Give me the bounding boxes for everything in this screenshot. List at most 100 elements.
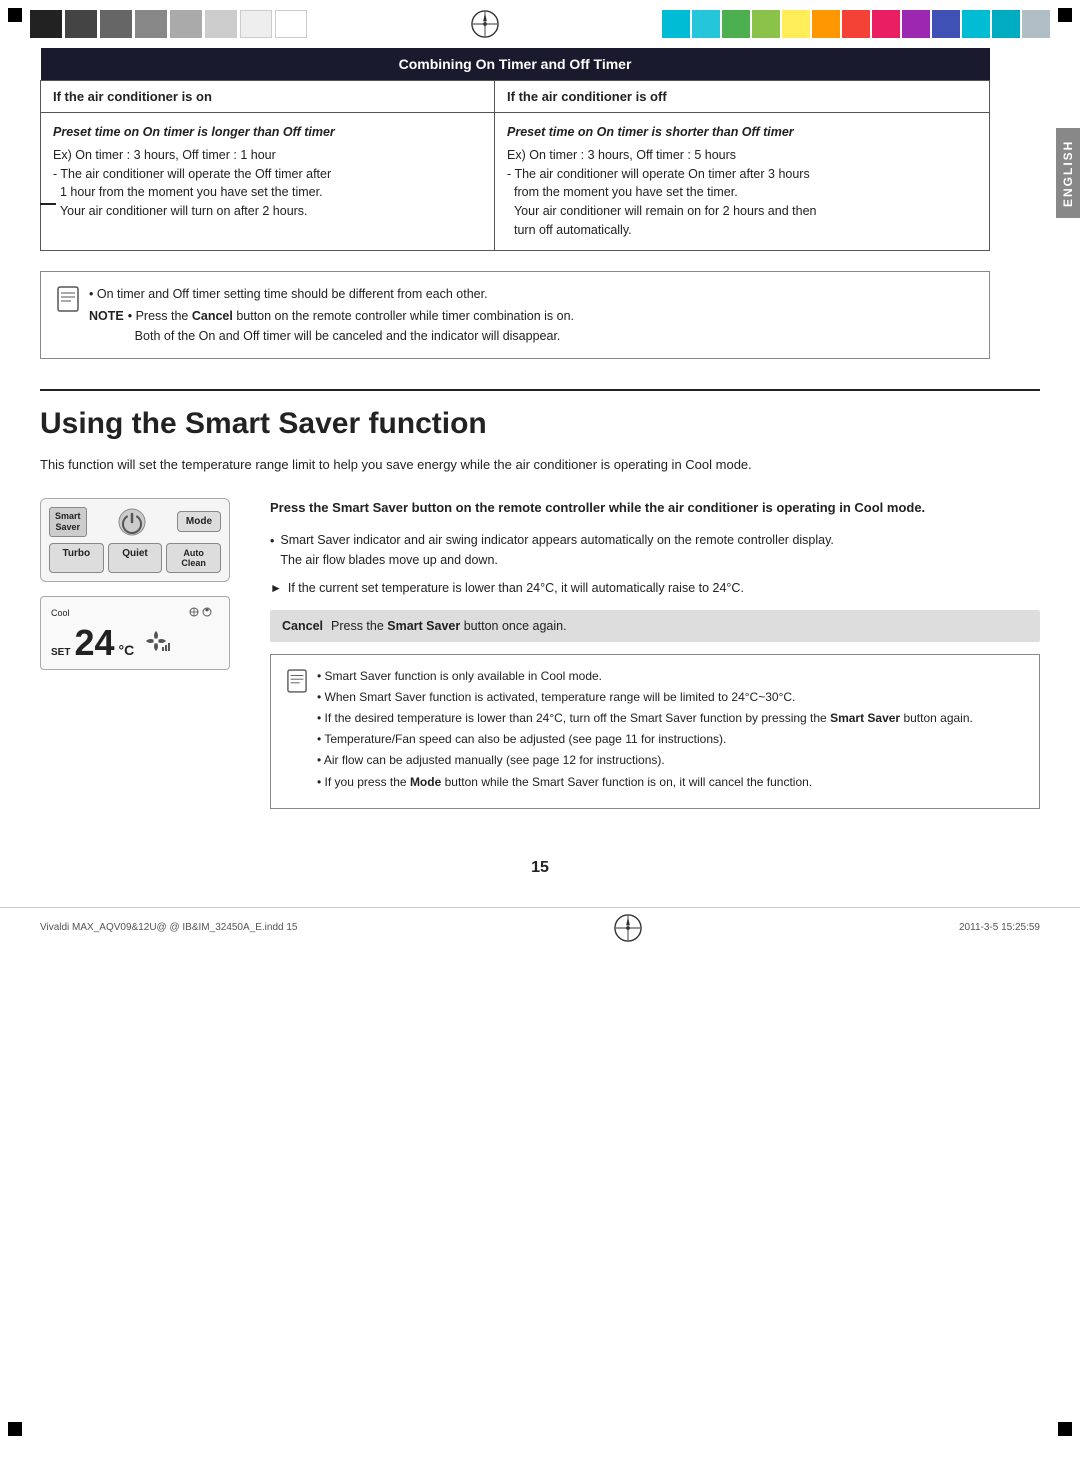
compass-icon <box>471 10 499 38</box>
timer-subheader-row: If the air conditioner is on If the air … <box>41 81 990 113</box>
bullet-sym-1: • <box>270 531 274 551</box>
color-block <box>100 10 132 38</box>
display-top-row: Cool <box>51 605 219 621</box>
timer-table: Combining On Timer and Off Timer If the … <box>40 48 990 251</box>
corner-mark-br <box>1058 1422 1072 1436</box>
note-bullet-1: • On timer and Off timer setting time sh… <box>89 284 574 304</box>
color-blocks-right <box>662 10 1050 38</box>
cancel-row: Cancel Press the Smart Saver button once… <box>270 610 1040 642</box>
color-block <box>275 10 307 38</box>
set-label: SET <box>51 647 70 658</box>
color-block-right <box>752 10 780 38</box>
corner-mark-tr <box>1058 8 1072 22</box>
note2-content-wrapper: Smart Saver function is only available i… <box>317 667 973 796</box>
remote-illustrations: SmartSaver Mode Turbo Quiet AutoClean <box>40 498 240 670</box>
note2-document-icon <box>287 669 307 699</box>
corner-mark-bl <box>8 1422 22 1436</box>
col2-text: - The air conditioner will operate On ti… <box>507 167 816 237</box>
remote-top-row: SmartSaver Mode <box>49 507 221 537</box>
note2-content: Smart Saver function is only available i… <box>317 667 973 792</box>
mode-btn: Mode <box>177 511 221 532</box>
display-unit: °C <box>119 642 135 658</box>
color-block-right <box>992 10 1020 38</box>
cancel-text: Press the Smart Saver button once again. <box>331 616 567 636</box>
main-content: ENGLISH Combining On Timer and Off Timer… <box>0 48 1080 849</box>
col2-header: If the air conditioner is off <box>495 81 990 113</box>
display-row: SET 24 °C <box>51 625 219 661</box>
note2-list: Smart Saver function is only available i… <box>317 667 973 792</box>
instr-title: Press the Smart Saver button on the remo… <box>270 498 1040 518</box>
auto-clean-btn: AutoClean <box>166 543 221 573</box>
bottom-bar: Vivaldi MAX_AQV09&12U@ @ IB&IM_32450A_E.… <box>0 907 1080 948</box>
cool-label: Cool <box>51 608 70 618</box>
compass-icon-bottom <box>614 914 642 942</box>
note-box-smart-saver: Smart Saver function is only available i… <box>270 654 1040 809</box>
color-block-right <box>902 10 930 38</box>
display-panel-image: Cool SET 24 °C <box>40 596 230 670</box>
color-block-right <box>842 10 870 38</box>
note-content: • On timer and Off timer setting time sh… <box>89 284 574 346</box>
display-icons-right <box>142 627 170 658</box>
instructions-panel: Press the Smart Saver button on the remo… <box>270 498 1040 809</box>
note-bullet-2-text: • Press the Cancel button on the remote … <box>128 306 574 346</box>
instr-bullet-2: ► If the current set temperature is lowe… <box>270 578 1040 598</box>
page-number: 15 <box>0 859 1080 877</box>
note-document-icon <box>57 286 79 315</box>
side-label: ENGLISH <box>1056 128 1080 218</box>
note-label: • On timer and Off timer setting time sh… <box>89 284 574 346</box>
col1-header: If the air conditioner is on <box>41 81 495 113</box>
timer-header-row: Combining On Timer and Off Timer <box>41 48 990 81</box>
arrow-sym: ► <box>270 579 282 598</box>
footer-right: 2011-3-5 15:25:59 <box>959 922 1040 933</box>
color-block-right <box>812 10 840 38</box>
cancel-label: Cancel <box>282 616 323 636</box>
quiet-btn: Quiet <box>108 543 163 573</box>
col2-example: Ex) On timer : 3 hours, Off timer : 5 ho… <box>507 148 736 162</box>
color-block-right <box>932 10 960 38</box>
color-block-right <box>1022 10 1050 38</box>
top-bar <box>0 0 1080 48</box>
note-bullet-2: NOTE • Press the Cancel button on the re… <box>89 306 574 346</box>
timer-header-cell: Combining On Timer and Off Timer <box>41 48 990 81</box>
instr-bullet-2-text: If the current set temperature is lower … <box>288 578 744 598</box>
color-block <box>30 10 62 38</box>
display-temp: 24 <box>74 625 114 661</box>
timer-content-row: Preset time on On timer is longer than O… <box>41 113 990 251</box>
color-block <box>65 10 97 38</box>
color-block-right <box>662 10 690 38</box>
instr-bullet-1: • Smart Saver indicator and air swing in… <box>270 530 1040 570</box>
col2-content: Preset time on On timer is shorter than … <box>495 113 990 251</box>
color-blocks-left <box>30 10 307 38</box>
remote-control-image: SmartSaver Mode Turbo Quiet AutoClean <box>40 498 230 582</box>
footer-left: Vivaldi MAX_AQV09&12U@ @ IB&IM_32450A_E.… <box>40 922 298 933</box>
smart-saver-desc: This function will set the temperature r… <box>40 455 1040 475</box>
col1-bold-title: Preset time on On timer is longer than O… <box>53 123 482 142</box>
col1-text: - The air conditioner will operate the O… <box>53 167 331 219</box>
color-block-right <box>782 10 810 38</box>
remote-bottom-row: Turbo Quiet AutoClean <box>49 543 221 573</box>
note2-item-4: Temperature/Fan speed can also be adjust… <box>317 730 973 749</box>
display-icons <box>189 605 219 621</box>
note2-item-6: If you press the Mode button while the S… <box>317 773 973 792</box>
instr-bullet-1-text: Smart Saver indicator and air swing indi… <box>280 530 834 570</box>
smart-saver-remote-btn: SmartSaver <box>49 507 87 537</box>
note-label-text: NOTE <box>89 306 124 346</box>
note2-item-1: Smart Saver function is only available i… <box>317 667 973 686</box>
color-block <box>240 10 272 38</box>
smart-saver-content: SmartSaver Mode Turbo Quiet AutoClean <box>40 498 1040 809</box>
corner-mark-tl <box>8 8 22 22</box>
power-button-icon <box>118 508 146 536</box>
section-divider <box>40 389 1040 391</box>
color-block-right <box>962 10 990 38</box>
turbo-btn: Turbo <box>49 543 104 573</box>
col1-content: Preset time on On timer is longer than O… <box>41 113 495 251</box>
dash-mark <box>40 203 56 205</box>
col2-bold-title: Preset time on On timer is shorter than … <box>507 123 977 142</box>
color-block-right <box>692 10 720 38</box>
note2-item-5: Air flow can be adjusted manually (see p… <box>317 751 973 770</box>
color-block-right <box>872 10 900 38</box>
note-box-timer: • On timer and Off timer setting time sh… <box>40 271 990 359</box>
color-block <box>205 10 237 38</box>
col1-example: Ex) On timer : 3 hours, Off timer : 1 ho… <box>53 148 276 162</box>
smart-saver-title: Using the Smart Saver function <box>40 407 1040 441</box>
